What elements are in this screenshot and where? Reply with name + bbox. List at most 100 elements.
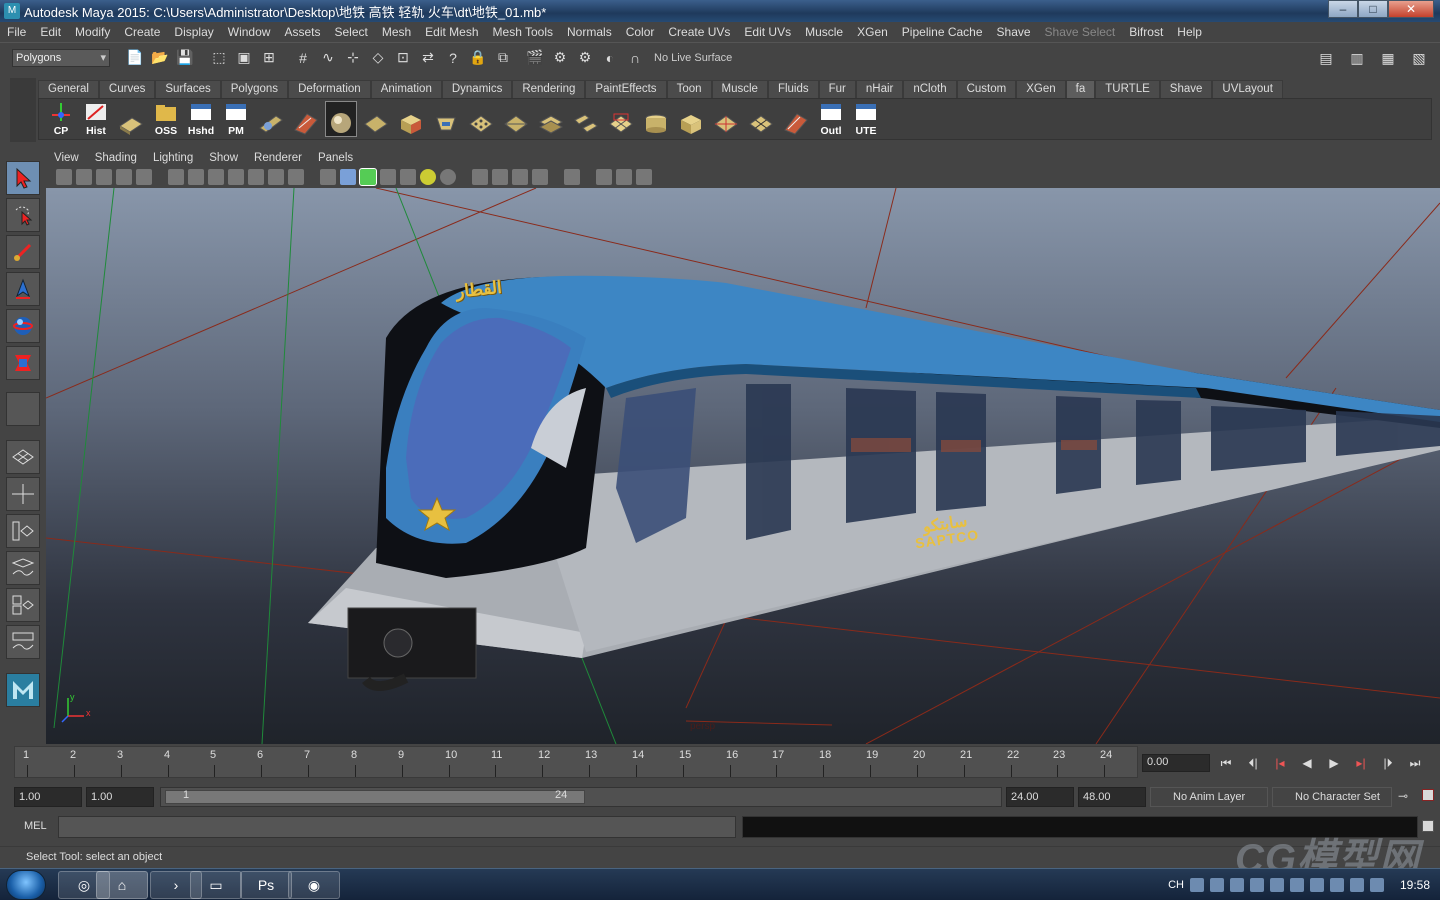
shelf-button-hist[interactable]: Hist [80, 101, 112, 137]
camera-attributes-icon[interactable] [56, 169, 72, 185]
wireframe-icon[interactable] [320, 169, 336, 185]
shelf-tab-dynamics[interactable]: Dynamics [441, 80, 513, 98]
wireframe-on-shaded-icon[interactable] [359, 168, 377, 186]
volume-icon[interactable] [1369, 878, 1384, 892]
menu-muscle[interactable]: Muscle [798, 25, 850, 39]
menu-mesh-tools[interactable]: Mesh Tools [486, 25, 560, 39]
clock[interactable]: 19:58 [1400, 878, 1430, 892]
render-settings-icon[interactable]: ⚙ [574, 47, 596, 69]
show-channel-box-icon[interactable]: ▧ [1408, 47, 1430, 69]
make-live-icon[interactable]: ⊡ [392, 47, 414, 69]
network-icon[interactable] [1249, 878, 1264, 892]
menu-bifrost[interactable]: Bifrost [1122, 25, 1170, 39]
resolution-gate-icon[interactable] [208, 169, 224, 185]
menu-create[interactable]: Create [117, 25, 167, 39]
shelf-tab-custom[interactable]: Custom [956, 80, 1017, 98]
move-tool-icon[interactable] [6, 272, 40, 306]
shelf-button-grid[interactable] [605, 101, 637, 137]
ambient-occlusion-icon[interactable] [492, 169, 508, 185]
magnet-icon[interactable]: ∩ [624, 47, 646, 69]
display-icon[interactable] [1329, 878, 1344, 892]
input-output-icon[interactable]: ⇄ [417, 47, 439, 69]
select-by-component-icon[interactable]: ⊞ [258, 47, 280, 69]
shelf-button-sphere[interactable] [325, 101, 357, 137]
textured-icon[interactable] [400, 169, 416, 185]
shelf-options-bar[interactable] [10, 78, 36, 142]
select-by-hierarchy-icon[interactable]: ⬚ [208, 47, 230, 69]
grid-toggle-icon[interactable] [168, 169, 184, 185]
depth-of-field-icon[interactable] [564, 169, 580, 185]
step-forward-frame-icon[interactable]: |⏵ [1376, 754, 1400, 772]
shelf-tab-rendering[interactable]: Rendering [512, 80, 586, 98]
anim-prefs-icon[interactable] [1422, 789, 1434, 801]
construction-history-icon[interactable]: ⧉ [492, 47, 514, 69]
menu-normals[interactable]: Normals [560, 25, 619, 39]
range-slider-handle[interactable] [165, 790, 585, 804]
rotate-tool-icon[interactable] [6, 309, 40, 343]
shelf-tab-xgen[interactable]: XGen [1016, 80, 1066, 98]
perspective-viewport[interactable]: القطار سابتكو SAPTCO x y persp [46, 188, 1440, 744]
shelf-button-mesh[interactable] [745, 101, 777, 137]
shadows-icon[interactable] [440, 169, 456, 185]
shelf-tab-surfaces[interactable]: Surfaces [155, 80, 221, 98]
shield-icon[interactable] [1269, 878, 1284, 892]
go-to-end-icon[interactable]: ⏭ [1403, 754, 1427, 772]
menu-pipeline-cache[interactable]: Pipeline Cache [895, 25, 990, 39]
tray-expand-icon[interactable] [1209, 878, 1224, 892]
field-chart-icon[interactable] [248, 169, 264, 185]
shelf-button-cut[interactable] [675, 101, 707, 137]
shelf-tab-painteffects[interactable]: PaintEffects [585, 80, 667, 98]
film-gate-icon[interactable] [188, 169, 204, 185]
2d-pan-zoom-icon[interactable] [116, 169, 132, 185]
menu-file[interactable]: File [0, 25, 33, 39]
show-tool-settings-icon[interactable]: ▦ [1377, 47, 1399, 69]
animation-end-field[interactable]: 48.00 [1078, 787, 1146, 807]
shelf-button-cylinder[interactable] [640, 101, 672, 137]
key-icon[interactable]: ⊸ [1398, 789, 1408, 803]
use-all-lights-icon[interactable] [420, 169, 436, 185]
single-perspective-layout-icon[interactable] [6, 440, 40, 474]
shelf-button-layers[interactable] [535, 101, 567, 137]
animation-start-field[interactable]: 1.00 [14, 787, 82, 807]
shelf-button-oss[interactable]: OSS [150, 101, 182, 137]
shelf-button-wedge[interactable] [780, 101, 812, 137]
input-language[interactable]: CH [1168, 879, 1184, 891]
snap-grid-icon[interactable]: # [292, 47, 314, 69]
menu-shave[interactable]: Shave [990, 25, 1038, 39]
panel-menu-panels[interactable]: Panels [310, 152, 361, 164]
tray-app-icon[interactable] [1229, 878, 1244, 892]
panel-menu-show[interactable]: Show [201, 152, 246, 164]
shelf-button-bevel[interactable] [290, 101, 322, 137]
go-to-start-icon[interactable]: ⏮ [1214, 754, 1238, 772]
select-by-object-icon[interactable]: ▣ [233, 47, 255, 69]
shelf-tab-deformation[interactable]: Deformation [288, 80, 371, 98]
motion-blur-icon[interactable] [512, 169, 528, 185]
persp-outliner-layout-icon[interactable] [6, 514, 40, 548]
safe-title-icon[interactable] [288, 169, 304, 185]
share-icon[interactable] [636, 169, 652, 185]
ipr-render-icon[interactable]: ⚙ [549, 47, 571, 69]
shelf-button-pm[interactable]: PM [220, 101, 252, 137]
shelf-tab-ncloth[interactable]: nCloth [903, 80, 957, 98]
hypershade-persp-layout-icon[interactable] [6, 588, 40, 622]
panel-menu-lighting[interactable]: Lighting [145, 152, 201, 164]
play-forwards-icon[interactable]: ▶ [1322, 754, 1346, 772]
step-back-key-icon[interactable]: |◂ [1268, 754, 1292, 772]
isolate-select-icon[interactable] [472, 169, 488, 185]
anti-aliasing-icon[interactable] [532, 169, 548, 185]
shelf-tab-toon[interactable]: Toon [666, 80, 712, 98]
paint-select-tool-icon[interactable] [6, 235, 40, 269]
shelf-tab-general[interactable]: General [38, 80, 99, 98]
menu-window[interactable]: Window [221, 25, 278, 39]
new-scene-icon[interactable]: 📄 [124, 47, 146, 69]
taskbar-photoshop-icon[interactable]: Ps [240, 871, 292, 899]
hypershade-icon[interactable]: ◐ [599, 47, 621, 69]
shelf-tab-uvlayout[interactable]: UVLayout [1212, 80, 1283, 98]
anim-layer-dropdown[interactable]: No Anim Layer [1150, 787, 1268, 807]
panel-menu-renderer[interactable]: Renderer [246, 152, 310, 164]
script-editor-icon[interactable] [1422, 820, 1434, 832]
shelf-tab-turtle[interactable]: TURTLE [1095, 80, 1160, 98]
range-slider[interactable]: 1 24 [160, 787, 1002, 807]
panel-menu-view[interactable]: View [46, 152, 87, 164]
shelf-button-cube[interactable] [395, 101, 427, 137]
